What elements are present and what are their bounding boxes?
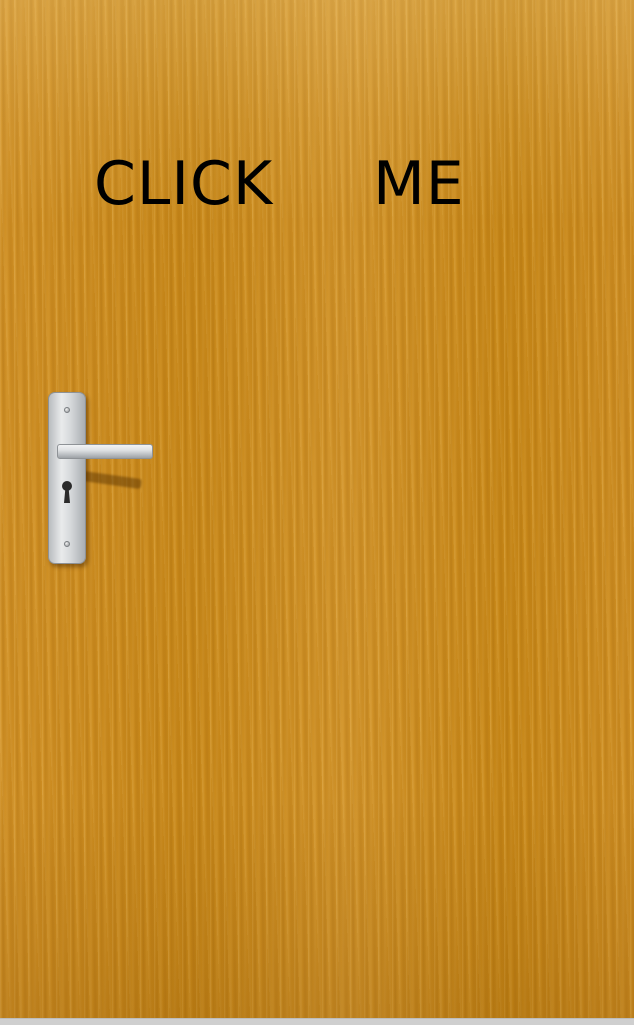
me-label[interactable]: ME: [373, 150, 465, 218]
screw-icon: [64, 407, 70, 413]
click-label[interactable]: CLICK: [94, 150, 273, 218]
door-handle-plate: [48, 392, 86, 564]
screw-icon: [64, 541, 70, 547]
door-lever-icon[interactable]: [57, 444, 153, 459]
door-panel[interactable]: CLICK ME: [0, 0, 634, 1018]
